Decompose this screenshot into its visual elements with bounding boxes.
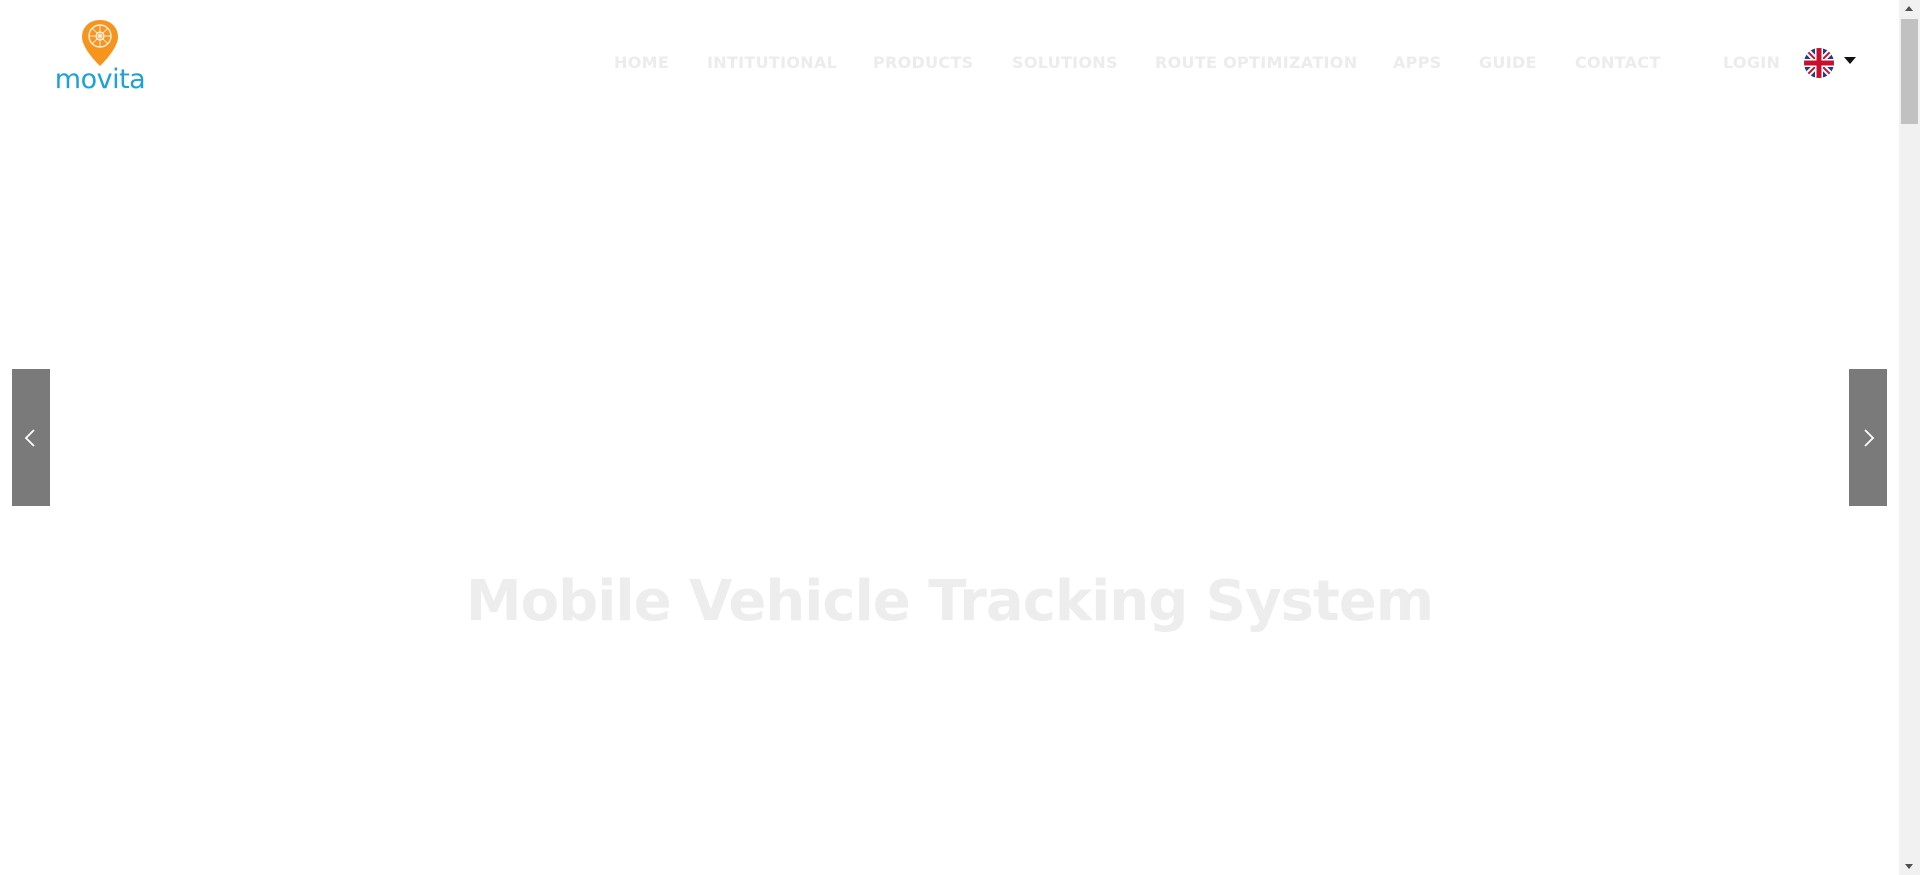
scroll-up-button[interactable] — [1899, 0, 1920, 17]
language-selector[interactable] — [1804, 48, 1866, 80]
nav-item-solutions[interactable]: SOLUTIONS — [1012, 50, 1118, 76]
nav-item-contact[interactable]: CONTACT — [1575, 50, 1661, 76]
chevron-down-icon — [1844, 57, 1856, 64]
page: movita HOME INTITUTIONAL PRODUCTS SOLUTI… — [0, 0, 1899, 875]
nav-item-apps[interactable]: APPS — [1393, 50, 1442, 76]
nav-item-login[interactable]: LOGIN — [1723, 50, 1780, 76]
nav-item-guide[interactable]: GUIDE — [1479, 50, 1537, 76]
main-nav: HOME INTITUTIONAL PRODUCTS SOLUTIONS ROU… — [0, 50, 1899, 76]
vertical-scrollbar[interactable] — [1899, 0, 1920, 875]
slider-prev-button[interactable] — [12, 369, 50, 506]
slider-next-button[interactable] — [1849, 369, 1887, 506]
site-header: movita HOME INTITUTIONAL PRODUCTS SOLUTI… — [0, 0, 1899, 122]
nav-item-products[interactable]: PRODUCTS — [873, 50, 974, 76]
arrow-down-icon — [1905, 864, 1913, 869]
scrollbar-thumb[interactable] — [1901, 19, 1918, 124]
chevron-right-icon — [1864, 429, 1875, 447]
chevron-left-icon — [24, 429, 35, 447]
uk-flag-icon — [1804, 48, 1834, 78]
nav-item-intitutional[interactable]: INTITUTIONAL — [707, 50, 837, 76]
hero-title: Mobile Vehicle Tracking System — [465, 569, 1434, 634]
scroll-down-button[interactable] — [1899, 858, 1920, 875]
nav-item-route-optimization[interactable]: ROUTE OPTIMIZATION — [1155, 50, 1357, 76]
arrow-up-icon — [1905, 6, 1913, 11]
nav-item-home[interactable]: HOME — [614, 50, 669, 76]
